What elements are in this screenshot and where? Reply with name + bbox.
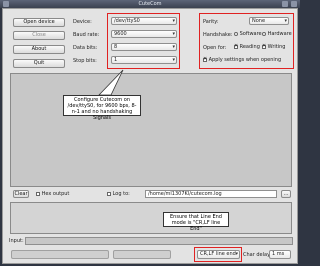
char-delay-spinbox[interactable]: 1 ms [269, 250, 291, 259]
line-end-highlight-box [194, 247, 242, 262]
hex-output-checkbox[interactable] [36, 191, 40, 196]
char-delay-value: 1 ms [272, 251, 285, 257]
clear-button[interactable]: Clear [13, 190, 29, 198]
input-field[interactable] [25, 237, 293, 245]
log-to-label: Log to: [112, 191, 130, 197]
annotation-callout-line-end: Ensure that Line End mode is "CR,LF line… [163, 212, 229, 232]
log-to-option[interactable]: Log to: [107, 191, 130, 197]
log-to-checkbox[interactable] [107, 191, 111, 196]
protocol-combo[interactable] [113, 250, 171, 259]
main-window: Open device Close About Quit Device: /de… [2, 8, 298, 264]
browse-log-button[interactable]: ... [281, 190, 291, 198]
window-menu-icon[interactable] [3, 1, 9, 7]
send-file-button[interactable] [11, 250, 109, 259]
char-delay-label: Char delay: [243, 252, 272, 258]
input-label: Input: [9, 238, 24, 244]
log-file-path-field[interactable]: /home/ml1307Kl/cutecom.log [145, 190, 277, 198]
hex-output-label: Hex output [41, 191, 70, 197]
annotation-callout-config: Configure Cutecom on /dev/ttyS0, for 960… [63, 95, 141, 121]
window-title: CuteCom [138, 1, 162, 7]
close-window-icon[interactable] [291, 1, 297, 7]
minimize-icon[interactable] [282, 1, 288, 7]
hex-output-option[interactable]: Hex output [36, 191, 69, 197]
title-bar: CuteCom [0, 0, 300, 8]
input-history-list[interactable] [10, 202, 292, 234]
